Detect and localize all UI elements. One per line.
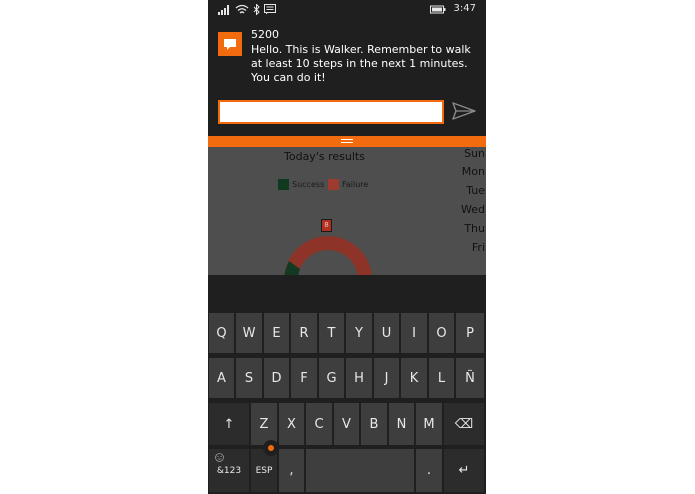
key-l[interactable]: L — [429, 358, 454, 398]
on-screen-keyboard: Q W E R T Y U I O P A S D F G H J K L Ñ … — [208, 311, 486, 494]
day-label: Fri — [471, 241, 485, 254]
chat-bubble-icon — [224, 39, 236, 50]
day-label: Wed — [461, 203, 485, 216]
key-p[interactable]: P — [456, 313, 484, 353]
wifi-icon — [235, 4, 249, 14]
key-h[interactable]: H — [346, 358, 372, 398]
key-w[interactable]: W — [236, 313, 262, 353]
failure-count-badge: 8 — [321, 219, 332, 232]
signal-icon — [218, 5, 229, 15]
day-label: Thu — [464, 222, 485, 235]
toast-notification[interactable]: 5200 Hello. This is Walker. Remember to … — [208, 20, 486, 136]
send-icon[interactable] — [451, 100, 477, 122]
key-q[interactable]: Q — [209, 313, 234, 353]
cursor-dot — [268, 445, 274, 451]
symbols-key[interactable]: &123 — [209, 449, 249, 492]
app-icon — [218, 32, 242, 56]
comma-key[interactable]: , — [279, 449, 304, 492]
battery-icon — [430, 5, 446, 14]
key-s[interactable]: S — [236, 358, 262, 398]
chart-title: Today's results — [284, 150, 365, 163]
key-t[interactable]: T — [319, 313, 344, 353]
day-label: Mon — [461, 165, 485, 178]
status-time: 3:47 — [453, 3, 476, 14]
shift-key[interactable]: ↑ — [209, 403, 249, 445]
legend-swatch-failure — [328, 179, 339, 190]
key-y[interactable]: Y — [346, 313, 372, 353]
key-e[interactable]: E — [264, 313, 289, 353]
emoji-icon — [215, 453, 224, 462]
key-j[interactable]: J — [374, 358, 399, 398]
key-k[interactable]: K — [401, 358, 427, 398]
day-label: Sun — [464, 147, 485, 160]
cursor-control-icon[interactable] — [263, 440, 279, 456]
key-d[interactable]: D — [264, 358, 289, 398]
day-label: Tue — [466, 184, 485, 197]
key-b[interactable]: B — [361, 403, 387, 445]
notification-title: 5200 — [251, 28, 279, 41]
enter-key[interactable]: ↵ — [444, 449, 484, 492]
bluetooth-icon — [253, 4, 260, 15]
message-icon — [264, 4, 276, 15]
notification-drag-bar[interactable] — [208, 136, 486, 147]
symbols-key-label: &123 — [216, 465, 242, 476]
backspace-key[interactable]: ⌫ — [444, 403, 484, 445]
key-a[interactable]: A — [209, 358, 234, 398]
key-m[interactable]: M — [416, 403, 442, 445]
legend-swatch-success — [278, 179, 289, 190]
key-r[interactable]: R — [291, 313, 317, 353]
key-n-tilde[interactable]: Ñ — [456, 358, 484, 398]
key-f[interactable]: F — [291, 358, 317, 398]
key-g[interactable]: G — [319, 358, 344, 398]
key-c[interactable]: C — [306, 403, 332, 445]
legend-label-success: Success — [292, 180, 325, 189]
key-o[interactable]: O — [429, 313, 454, 353]
key-v[interactable]: V — [334, 403, 359, 445]
period-key[interactable]: . — [416, 449, 442, 492]
key-u[interactable]: U — [374, 313, 399, 353]
keyboard-suggestion-bar — [208, 275, 486, 311]
phone-screen: 3:47 5200 Hello. This is Walker. Remembe… — [208, 0, 486, 494]
key-i[interactable]: I — [401, 313, 427, 353]
key-n[interactable]: N — [389, 403, 414, 445]
key-z[interactable]: Z — [251, 403, 277, 445]
status-bar: 3:47 — [208, 0, 486, 20]
legend-label-failure: Failure — [342, 180, 369, 189]
reply-input[interactable] — [218, 100, 444, 124]
drag-handle[interactable] — [341, 139, 353, 144]
app-background: Today's results Success Failure 8 Sun Mo… — [208, 147, 486, 275]
key-x[interactable]: X — [279, 403, 304, 445]
notification-body: Hello. This is Walker. Remember to walk … — [251, 43, 471, 84]
results-gauge — [284, 236, 372, 275]
space-key[interactable] — [306, 449, 414, 492]
